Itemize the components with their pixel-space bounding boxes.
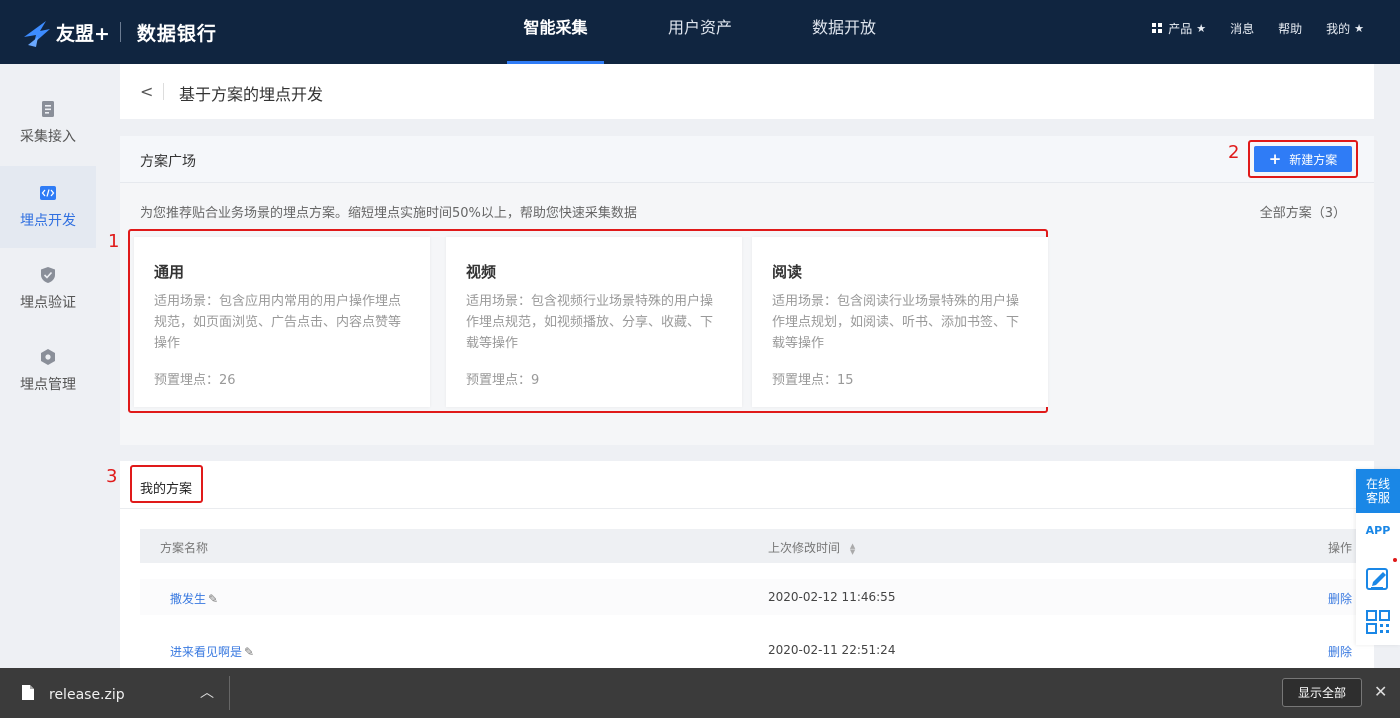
edit-pencil-icon[interactable]: ✎	[208, 592, 218, 606]
scheme-cards-highlight: 通用 适用场景：包含应用内常用的用户操作埋点规范，如页面浏览、广告点击、内容点赞…	[128, 229, 1048, 413]
scheme-name: 进来看见啊是	[170, 645, 243, 659]
my-schemes-highlight: 我的方案	[130, 465, 203, 503]
close-icon[interactable]: ✕	[1374, 682, 1387, 701]
my-schemes-panel: 我的方案 方案名称 上次修改时间 ▲ ▼ 操作 撒发生 ✎ 2020-02-12 1…	[120, 461, 1374, 668]
sidebar-item-label: 埋点开发	[20, 213, 76, 229]
online-service-button[interactable]: 在线 客服	[1356, 469, 1400, 513]
app-button[interactable]: APP	[1356, 524, 1400, 537]
scheme-square-title: 方案广场	[140, 154, 196, 170]
scheme-name-cell[interactable]: 进来看见啊是 ✎	[170, 643, 254, 660]
delete-link[interactable]: 删除	[1328, 643, 1352, 660]
product-name: 数据银行	[136, 22, 217, 45]
sidebar-item-label: 埋点验证	[20, 295, 76, 311]
sidebar-item-label: 采集接入	[20, 129, 76, 145]
nav-right-menu: 产品 ★ 消息 帮助 我的 ★	[1128, 0, 1364, 56]
main-nav-tabs: 智能采集 用户资产 数据开放	[507, 0, 876, 64]
scheme-card-count: 预置埋点：9	[466, 373, 540, 388]
sidebar-item-tracking-verify[interactable]: 埋点验证	[0, 248, 96, 330]
modified-time-cell: 2020-02-12 11:46:55	[768, 590, 896, 604]
sidebar: 采集接入 埋点开发 埋点验证 埋点管理	[0, 64, 96, 668]
chevron-up-icon[interactable]: ︿	[200, 682, 214, 702]
tab-user-assets[interactable]: 用户资产	[668, 0, 732, 64]
scheme-card-desc: 适用场景：包含视频行业场景特殊的用户操作埋点规范，如视频播放、分享、收藏、下载等…	[466, 294, 714, 351]
breadcrumb: < 基于方案的埋点开发	[120, 64, 1374, 119]
scheme-name-cell[interactable]: 撒发生 ✎	[170, 590, 218, 607]
floating-toolbar: 在线 客服 APP	[1356, 469, 1400, 645]
download-bar: release.zip ︿ 显示全部 ✕	[0, 668, 1400, 718]
sidebar-item-label: 埋点管理	[20, 377, 76, 393]
show-all-button[interactable]: 显示全部	[1282, 678, 1362, 707]
grid-icon	[1152, 23, 1163, 33]
scheme-card-title: 通用	[154, 263, 185, 281]
logo[interactable]: 友盟+ 数据银行	[22, 12, 217, 52]
table-row: 撒发生 ✎ 2020-02-12 11:46:55 删除	[140, 579, 1374, 615]
scheme-card-title: 阅读	[772, 263, 803, 281]
new-scheme-button[interactable]: + 新建方案	[1254, 146, 1352, 172]
sidebar-item-collect-access[interactable]: 采集接入	[0, 82, 96, 164]
sidebar-item-tracking-manage[interactable]: 埋点管理	[0, 330, 96, 412]
scheme-card-desc: 适用场景：包含应用内常用的用户操作埋点规范，如页面浏览、广告点击、内容点赞等操作	[154, 294, 402, 351]
star-icon: ★	[1354, 21, 1364, 35]
star-icon: ★	[1196, 21, 1207, 35]
download-filename[interactable]: release.zip	[49, 687, 125, 703]
mine-label: 我的	[1326, 21, 1351, 36]
scheme-card-count: 预置埋点：15	[772, 373, 854, 388]
annotation-number-1: 1	[108, 231, 120, 252]
mine-menu[interactable]: 我的 ★	[1326, 20, 1364, 37]
sidebar-item-tracking-dev[interactable]: 埋点开发	[0, 166, 96, 248]
shield-check-icon	[41, 267, 55, 283]
feedback-edit-icon[interactable]	[1365, 566, 1391, 592]
tab-data-open[interactable]: 数据开放	[812, 0, 876, 64]
all-schemes-link[interactable]: 全部方案（3）	[1260, 202, 1346, 221]
back-arrow-icon[interactable]: <	[140, 82, 153, 101]
document-icon	[42, 101, 54, 117]
plus-icon: +	[1268, 150, 1282, 168]
my-schemes-title: 我的方案	[140, 482, 193, 497]
column-time-label: 上次修改时间	[768, 541, 841, 555]
products-label: 产品	[1168, 21, 1193, 36]
new-scheme-label: 新建方案	[1289, 152, 1338, 167]
page-title: 基于方案的埋点开发	[179, 85, 324, 104]
help-link[interactable]: 帮助	[1278, 20, 1302, 37]
scheme-square-description: 为您推荐贴合业务场景的埋点方案。缩短埋点实施时间50%以上，帮助您快速采集数据	[140, 206, 637, 221]
products-menu[interactable]: 产品 ★	[1152, 20, 1206, 37]
column-name: 方案名称	[160, 541, 209, 555]
column-op: 操作	[1327, 541, 1352, 555]
divider	[229, 676, 230, 710]
edit-pencil-icon[interactable]: ✎	[244, 645, 254, 659]
scheme-card-count: 预置埋点：26	[154, 373, 236, 388]
file-icon	[22, 685, 34, 700]
umeng-bird-icon	[24, 21, 50, 47]
scheme-card-desc: 适用场景：包含阅读行业场景特殊的用户操作埋点规划，如阅读、听书、添加书签、下载等…	[772, 294, 1020, 351]
notification-dot	[1393, 558, 1397, 562]
scheme-square-header: 方案广场 + 新建方案	[120, 136, 1374, 183]
logo-text: 友盟+	[56, 22, 110, 45]
messages-link[interactable]: 消息	[1230, 20, 1254, 37]
new-scheme-highlight: + 新建方案	[1248, 140, 1358, 178]
tab-smart-collect[interactable]: 智能采集	[507, 0, 604, 64]
scheme-card-title: 视频	[466, 263, 497, 281]
row-background	[140, 579, 1374, 615]
delete-link[interactable]: 删除	[1328, 590, 1352, 607]
modified-time-cell: 2020-02-11 22:51:24	[768, 643, 896, 657]
code-icon	[40, 186, 56, 200]
table-row: 进来看见啊是 ✎ 2020-02-11 22:51:24 删除	[140, 632, 1374, 668]
top-navbar: 友盟+ 数据银行 智能采集 用户资产 数据开放 产品 ★ 消息 帮助 我的 ★	[0, 0, 1400, 64]
scheme-card-general[interactable]: 通用 适用场景：包含应用内常用的用户操作埋点规范，如页面浏览、广告点击、内容点赞…	[134, 237, 430, 407]
annotation-number-2: 2	[1228, 142, 1240, 163]
annotation-number-3: 3	[106, 466, 118, 487]
settings-hex-icon	[41, 349, 55, 365]
breadcrumb-divider	[163, 83, 164, 100]
scheme-name: 撒发生	[170, 592, 207, 606]
column-time[interactable]: 上次修改时间 ▲ ▼	[768, 539, 855, 556]
sort-icon[interactable]: ▲ ▼	[850, 542, 855, 555]
qr-code-icon[interactable]	[1365, 609, 1391, 635]
scheme-card-video[interactable]: 视频 适用场景：包含视频行业场景特殊的用户操作埋点规范，如视频播放、分享、收藏、…	[446, 237, 742, 407]
logo-divider	[119, 22, 121, 42]
divider	[120, 508, 1374, 509]
scheme-card-reading[interactable]: 阅读 适用场景：包含阅读行业场景特殊的用户操作埋点规划，如阅读、听书、添加书签、…	[752, 237, 1048, 407]
table-header: 方案名称 上次修改时间 ▲ ▼ 操作	[140, 529, 1374, 563]
scheme-square-panel: 方案广场 + 新建方案 为您推荐贴合业务场景的埋点方案。缩短埋点实施时间50%以…	[120, 136, 1374, 445]
